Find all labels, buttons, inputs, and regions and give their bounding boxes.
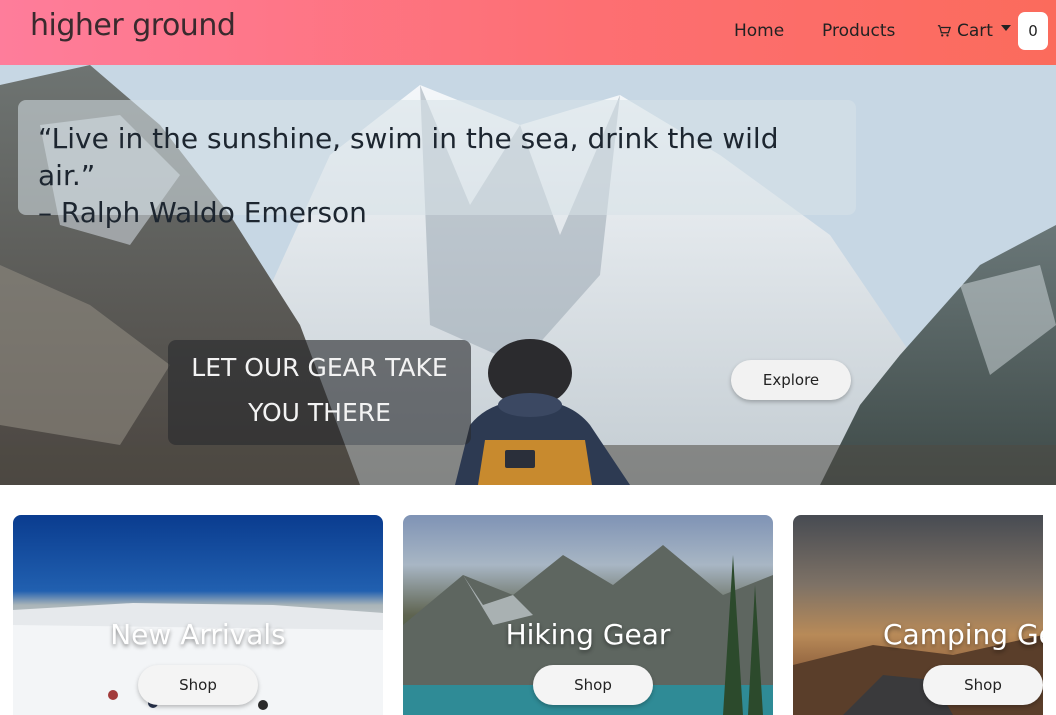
card-title: New Arrivals bbox=[110, 618, 286, 651]
top-navbar: higher ground Home Products Cart 0 bbox=[0, 0, 1056, 65]
quote-text: “Live in the sunshine, swim in the sea, … bbox=[38, 122, 779, 192]
cart-count-badge[interactable]: 0 bbox=[1018, 12, 1048, 50]
card-title: Camping Gear bbox=[883, 618, 1043, 651]
nav-link-products[interactable]: Products bbox=[822, 21, 895, 41]
shop-button[interactable]: Shop bbox=[923, 665, 1043, 705]
chevron-down-icon bbox=[1000, 25, 1011, 31]
hero-tagline: LET OUR GEAR TAKE YOU THERE bbox=[168, 340, 471, 445]
quote-author: – Ralph Waldo Emerson bbox=[38, 196, 367, 229]
category-card-camping-gear[interactable]: Camping Gear Shop bbox=[793, 515, 1043, 715]
brand-logo[interactable]: higher ground bbox=[30, 8, 236, 43]
nav-cart-label: Cart bbox=[957, 21, 993, 41]
nav-link-home[interactable]: Home bbox=[734, 21, 784, 41]
category-card-hiking-gear[interactable]: Hiking Gear Shop bbox=[403, 515, 773, 715]
shop-button[interactable]: Shop bbox=[138, 665, 258, 705]
hero-banner: “Live in the sunshine, swim in the sea, … bbox=[0, 65, 1056, 485]
shop-button[interactable]: Shop bbox=[533, 665, 653, 705]
card-title: Hiking Gear bbox=[505, 618, 671, 651]
explore-button[interactable]: Explore bbox=[731, 360, 851, 400]
nav-cart-dropdown[interactable]: Cart bbox=[937, 21, 1011, 41]
cart-icon bbox=[937, 25, 951, 37]
quote-box: “Live in the sunshine, swim in the sea, … bbox=[18, 100, 856, 229]
category-card-new-arrivals[interactable]: New Arrivals Shop bbox=[13, 515, 383, 715]
tagline-line-2: YOU THERE bbox=[248, 398, 391, 427]
tagline-line-1: LET OUR GEAR TAKE bbox=[191, 353, 448, 382]
